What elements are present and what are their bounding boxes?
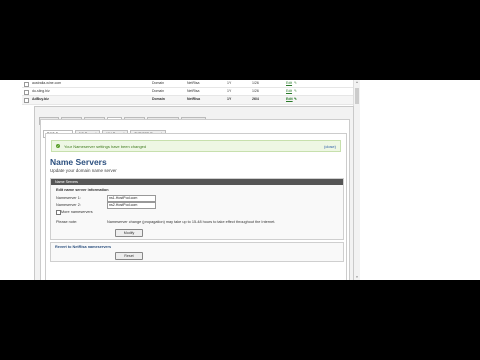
section-label: Edit name server information <box>56 188 109 192</box>
dns-subtabs: DNS ServersNS RecordMX RecordTXT/SPF Rec… <box>43 122 168 138</box>
ns2-label: Nameserver 2: <box>56 203 81 207</box>
domain-type: Domain <box>152 97 165 101</box>
domain-name[interactable]: australia-wine.com <box>32 81 61 85</box>
domain-name[interactable]: AdBuy.biz <box>32 97 49 101</box>
notice-message: Your Nameserver settings have been chang… <box>64 143 147 149</box>
page-title: Name Servers <box>50 157 107 167</box>
row-checkbox[interactable] <box>24 81 29 87</box>
table-row[interactable]: du-sling.biz Domain NetRisa 1Y 1/26 Edit… <box>22 88 360 96</box>
modify-button[interactable]: Modify <box>115 229 143 237</box>
reset-section-title: Revert to NetRisa nameservers <box>55 245 112 249</box>
scroll-thumb[interactable] <box>355 88 359 104</box>
form-header: Name Servers <box>51 179 343 185</box>
close-notice-link[interactable]: (close) <box>324 144 336 149</box>
name-server-form: Name Servers Edit name server informatio… <box>50 178 344 240</box>
check-icon: ✓ <box>56 143 60 148</box>
note-label: Please note: <box>56 220 78 224</box>
edit-icon[interactable]: ✎ <box>294 81 297 85</box>
domain-name[interactable]: du-sling.biz <box>32 89 50 93</box>
scroll-up-icon[interactable]: ▲ <box>354 80 360 85</box>
domain-registrar: NetRisa <box>187 97 201 101</box>
reset-nameservers-box: Revert to NetRisa nameservers Reset <box>50 242 344 262</box>
scroll-down-icon[interactable]: ▼ <box>354 275 360 280</box>
domain-type: Domain <box>152 81 165 85</box>
ns1-label: Nameserver 1: <box>56 196 81 200</box>
edit-link[interactable]: Edit <box>286 81 292 85</box>
domain-expiry: 26/4 <box>252 97 259 101</box>
more-nameservers-label[interactable]: More nameservers <box>61 210 93 214</box>
vertical-scrollbar[interactable]: ▲ ▼ <box>353 80 360 280</box>
domain-years: 1Y <box>227 89 232 93</box>
domain-years: 1Y <box>227 81 232 85</box>
note-text: Nameserver change (propagation) may take… <box>107 220 276 224</box>
edit-icon[interactable]: ✎ <box>294 97 297 101</box>
page-subtitle: Update your domain name server <box>50 168 117 173</box>
edit-link[interactable]: Edit <box>286 89 292 93</box>
browser-viewport: australia-wine.com Domain NetRisa 1Y 1/2… <box>0 80 480 280</box>
domain-registrar: NetRisa <box>187 89 200 93</box>
edit-link[interactable]: Edit <box>286 97 293 101</box>
domain-expiry: 1/26 <box>252 81 259 85</box>
success-notice: ✓ Your Nameserver settings have been cha… <box>51 140 341 152</box>
domain-detail-panel: ServiceTransferContactDNSVisibilityDomai… <box>34 106 354 280</box>
table-row-selected[interactable]: AdBuy.biz Domain NetRisa 1Y 26/4 Edit ✎ <box>22 96 360 105</box>
ns1-field[interactable]: ns1.HostPod.com <box>107 195 156 202</box>
domain-years: 1Y <box>227 97 232 101</box>
row-checkbox[interactable] <box>24 89 29 95</box>
table-row[interactable]: australia-wine.com Domain NetRisa 1Y 1/2… <box>22 80 360 88</box>
reset-button[interactable]: Reset <box>115 252 143 260</box>
domain-registrar: NetRisa <box>187 81 200 85</box>
dns-pane: DNS ServersNS RecordMX RecordTXT/SPF Rec… <box>40 119 350 280</box>
domain-type: Domain <box>152 89 165 93</box>
row-checkbox[interactable] <box>24 97 29 103</box>
ns2-field[interactable]: ns2.HostPod.com <box>107 202 156 209</box>
domain-expiry: 1/26 <box>252 89 259 93</box>
domain-tabs: ServiceTransferContactDNSVisibilityDomai… <box>39 109 208 125</box>
name-servers-content: ✓ Your Nameserver settings have been cha… <box>45 133 347 280</box>
domain-list: australia-wine.com Domain NetRisa 1Y 1/2… <box>22 80 360 105</box>
edit-icon[interactable]: ✎ <box>294 89 297 93</box>
